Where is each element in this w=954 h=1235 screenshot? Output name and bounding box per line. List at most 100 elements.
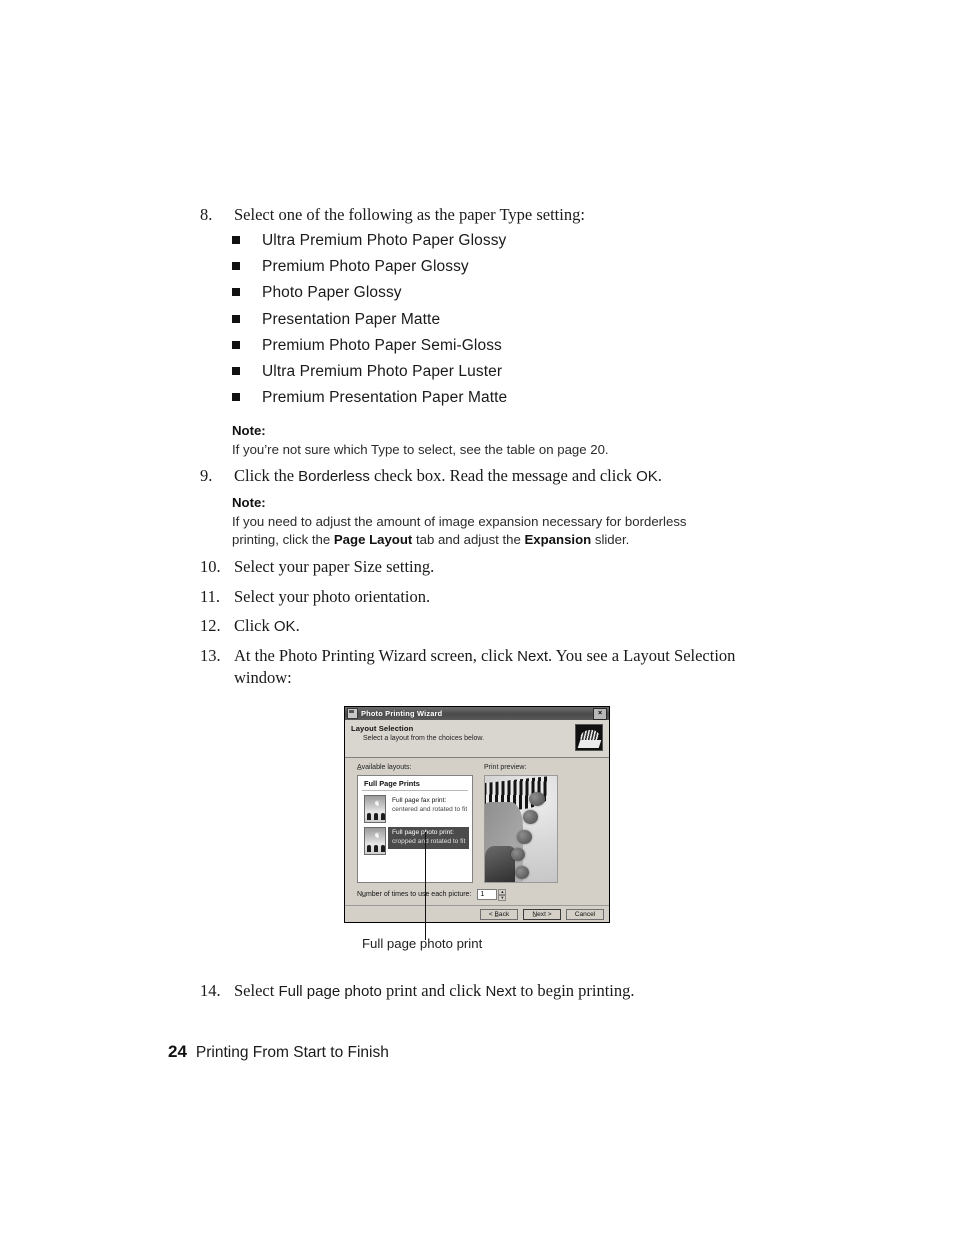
step-13-pre: At the Photo Printing Wizard screen, cli… [234,646,518,665]
cancel-button[interactable]: Cancel [566,908,604,920]
square-bullet-icon [232,314,240,323]
paper-type-label: Ultra Premium Photo Paper Luster [262,362,503,380]
stepper-buttons[interactable]: ▲ ▼ [498,889,507,901]
dialog-header: Layout Selection Select a layout from th… [345,720,609,758]
next-label: Next [517,648,548,665]
paper-type-list: Ultra Premium Photo Paper Glossy Premium… [232,232,507,415]
step-11: 11. Select your photo orientation. [200,586,760,608]
times-per-picture-label: Nu̲mber of times to use each picture: [357,891,472,898]
figures-icon [367,812,385,820]
callout-label: Full page photo print [362,936,483,951]
layout-group-title: Full Page Prints [364,779,420,788]
layout-thumbnail-icon [364,795,386,823]
step-8: 8. Select one of the following as the pa… [200,204,760,226]
document-page: 8. Select one of the following as the pa… [0,0,954,1235]
step-11-number: 11. [200,587,221,606]
step-8-text: Select one of the following as the paper… [234,205,585,224]
note-2-pre: printing, click the [232,532,334,548]
back-button[interactable]: < B̲ack [480,908,518,920]
step-12-post: . [295,616,300,635]
dialog-body: A̲vailable layouts: Print preview: Full … [345,758,609,906]
paper-type-label: Ultra Premium Photo Paper Glossy [262,232,507,249]
photo-printing-wizard-dialog: Photo Printing Wizard × Layout Selection… [344,706,610,923]
paper-type-label: Presentation Paper Matte [262,310,441,328]
step-8-number: 8. [200,205,213,224]
step-9-pre: Click the [234,466,299,485]
step-13-number: 13. [200,646,221,665]
page-footer: 24 Printing From Start to Finish [168,1042,389,1062]
preview-photo-image [484,775,558,883]
paper-type-label: Premium Photo Paper Semi-Gloss [262,336,502,354]
note-1: Note: If you’re not sure which Type to s… [232,422,609,459]
next-button[interactable]: N̲ext > [523,908,561,920]
callout-leader-line [425,832,426,940]
times-per-picture-stepper[interactable]: 1 ▲ ▼ [477,889,507,901]
times-per-picture-input[interactable]: 1 [477,889,498,900]
note-2-mid: tab and adjust the [412,532,525,548]
step-14-mid: print and click [381,981,486,1000]
layout-option-full-page-photo-print[interactable]: Full page photo print: cropped and rotat… [358,827,472,855]
square-bullet-icon [232,340,240,349]
times-per-picture-row: Nu̲mber of times to use each picture: 1 … [357,889,507,901]
dialog-titlebar: Photo Printing Wizard × [345,707,609,720]
list-item: Premium Presentation Paper Matte [232,389,507,415]
layout-option-full-page-fax-print[interactable]: Full page fax print: centered and rotate… [358,795,472,823]
dialog-footer: < B̲ack N̲ext > Cancel [345,905,609,922]
dialog-header-subtitle: Select a layout from the choices below. [363,735,485,742]
dialog-header-title: Layout Selection [351,724,414,733]
stepper-down-icon[interactable]: ▼ [498,895,507,901]
page-layout-label: Page Layout [333,532,413,548]
layout-option-line-2: centered and rotated to fit [392,805,468,813]
moon-icon [375,832,381,838]
square-bullet-icon [232,262,240,271]
step-10-number: 10. [200,557,221,576]
square-bullet-icon [232,288,240,297]
step-9-mid: check box. Read the message and click [369,466,637,485]
list-item: Premium Photo Paper Semi-Gloss [232,337,507,363]
footer-chapter-title: Printing From Start to Finish [195,1044,389,1061]
print-preview-panel [484,775,558,883]
expansion-label: Expansion [524,532,592,548]
note-2-title: Note: [232,495,266,510]
page-number: 24 [168,1042,187,1061]
print-preview-label: Print preview: [484,764,527,771]
square-bullet-icon [232,236,240,244]
ok-label: OK [273,618,296,635]
layout-option-line-2: cropped and rotated to fit [392,837,466,845]
ok-label: OK [636,468,658,485]
list-item: Premium Photo Paper Glossy [232,258,507,284]
figures-icon [367,844,385,852]
step-12-number: 12. [200,616,221,635]
step-9-number: 9. [200,466,213,485]
layout-group-divider [362,790,468,791]
layout-option-line-1: Full page fax print: [392,797,447,804]
step-9-text: Click the Borderless check box. Read the… [234,465,662,487]
step-12-pre: Click [234,616,274,635]
step-11-text: Select your photo orientation. [234,587,431,606]
layout-option-text: Full page photo print: cropped and rotat… [388,827,469,849]
paper-type-label: Photo Paper Glossy [262,284,402,302]
step-12-text: Click OK. [234,615,300,637]
paper-type-label: Premium Presentation Paper Matte [262,389,508,407]
note-2: Note: If you need to adjust the amount o… [232,494,687,550]
step-10: 10. Select your paper Size setting. [200,556,760,578]
step-10-text: Select your paper Size setting. [234,557,435,576]
note-2-line-2: printing, click the Page Layout tab and … [232,531,687,550]
list-item: Photo Paper Glossy [232,284,507,310]
next-label: Next [485,983,517,1000]
close-icon[interactable]: × [593,707,607,720]
note-1-title: Note: [232,423,266,438]
note-1-body: If you’re not sure which Type to select,… [232,441,609,457]
square-bullet-icon [232,366,240,375]
list-item: Presentation Paper Matte [232,311,507,337]
note-2-line-1: If you need to adjust the amount of imag… [232,513,687,529]
step-14-text: Select Full page photo print and click N… [234,980,635,1002]
step-12: 12. Click OK. [200,615,760,637]
note-2-post: slider. [591,532,630,548]
available-layouts-listbox[interactable]: Full Page Prints Full page fax print: ce… [357,775,473,883]
step-9-post: . [657,466,662,485]
layout-option-line-1: Full page photo print: [392,829,454,836]
layout-thumbnail-icon [364,827,386,855]
list-item: Ultra Premium Photo Paper Glossy [232,232,507,258]
square-bullet-icon [232,393,240,402]
